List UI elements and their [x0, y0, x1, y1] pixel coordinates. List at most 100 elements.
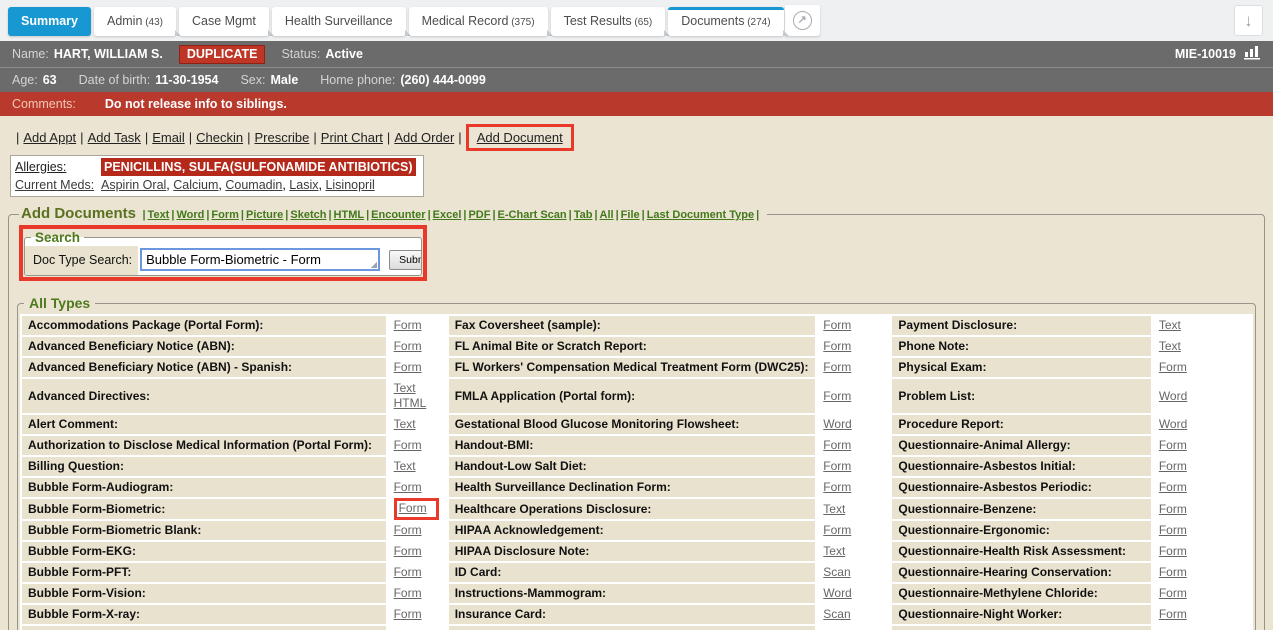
type-link-excel[interactable]: Excel — [433, 209, 462, 221]
action-link-checkin[interactable]: Checkin — [196, 130, 243, 145]
doc-link-questionnaire-methylene-chloride-form[interactable]: Form — [1159, 586, 1187, 601]
type-link-file[interactable]: File — [621, 209, 640, 221]
doc-link-procedure-report-word[interactable]: Word — [1159, 417, 1187, 432]
type-link-text[interactable]: Text — [148, 209, 170, 221]
doc-link-fmla-application-portal-form-form[interactable]: Form — [823, 389, 851, 404]
tab-admin[interactable]: Admin (43) — [94, 7, 176, 36]
collapse-header-button[interactable]: ↓ — [1234, 5, 1263, 36]
doc-type-link-cell: Form — [1153, 478, 1251, 497]
doc-link-questionnaire-hearing-conservation-form[interactable]: Form — [1159, 565, 1187, 580]
action-separator: | — [145, 130, 148, 145]
type-link-e-chart-scan[interactable]: E-Chart Scan — [498, 209, 567, 221]
doc-link-alert-comment-text[interactable]: Text — [394, 417, 416, 432]
type-link-separator: | — [366, 209, 369, 221]
doc-link-fl-workers-compensation-medical-treatment-form-dwc25-form[interactable]: Form — [823, 360, 851, 375]
doc-type-label: Authorization to Disclose Medical Inform… — [22, 436, 386, 455]
doc-link-bubble-form-pft-form[interactable]: Form — [394, 565, 422, 580]
doc-link-insurance-card-scan[interactable]: Scan — [823, 607, 850, 622]
action-link-prescribe[interactable]: Prescribe — [254, 130, 309, 145]
doc-link-handout-bmi-form[interactable]: Form — [823, 438, 851, 453]
doc-link-bubble-form-ekg-form[interactable]: Form — [394, 544, 422, 559]
type-link-word[interactable]: Word — [176, 209, 204, 221]
action-link-add-task[interactable]: Add Task — [88, 130, 141, 145]
tab-case-mgmt[interactable]: Case Mgmt — [179, 7, 269, 36]
tab-health-surveillance[interactable]: Health Surveillance — [272, 7, 406, 36]
doc-link-bubble-form-biometric-form[interactable]: Form — [399, 501, 427, 516]
doc-link-hipaa-disclosure-note-text[interactable]: Text — [823, 544, 845, 559]
med-link-aspirin-oral[interactable]: Aspirin Oral — [101, 178, 166, 192]
doc-link-questionnaire-night-worker-form[interactable]: Form — [1159, 607, 1187, 622]
doc-link-questionnaire-benzene-form[interactable]: Form — [1159, 502, 1187, 517]
doc-link-fl-animal-bite-or-scratch-report-form[interactable]: Form — [823, 339, 851, 354]
tab-documents[interactable]: Documents (274) — [668, 7, 783, 36]
type-link-separator: | — [463, 209, 466, 221]
doc-link-questionnaire-asbestos-initial-form[interactable]: Form — [1159, 459, 1187, 474]
doc-link-physical-exam-form[interactable]: Form — [1159, 360, 1187, 375]
doc-link-problem-list-word[interactable]: Word — [1159, 389, 1187, 404]
med-link-lasix[interactable]: Lasix — [289, 178, 318, 192]
doc-link-bubble-form-x-ray-form[interactable]: Form — [394, 607, 422, 622]
doc-type-link-cell: Text — [817, 499, 890, 519]
doc-link-fax-coversheet-sample-form[interactable]: Form — [823, 318, 851, 333]
doc-link-gestational-blood-glucose-monitoring-flowsheet-word[interactable]: Word — [823, 417, 851, 432]
type-link-picture[interactable]: Picture — [246, 209, 283, 221]
type-link-sketch[interactable]: Sketch — [290, 209, 326, 221]
action-link-add-order[interactable]: Add Order — [394, 130, 454, 145]
doc-type-link-cell: Text — [1153, 337, 1251, 356]
external-link-icon[interactable]: ↗ — [793, 11, 812, 30]
doc-link-healthcare-operations-disclosure-text[interactable]: Text — [823, 502, 845, 517]
doc-link-advanced-directives-text[interactable]: Text — [394, 381, 416, 396]
doc-link-health-surveillance-declination-form-form[interactable]: Form — [823, 480, 851, 495]
doc-link-bubble-form-biometric-blank-form[interactable]: Form — [394, 523, 422, 538]
type-link-tab[interactable]: Tab — [574, 209, 593, 221]
type-link-form[interactable]: Form — [211, 209, 239, 221]
current-meds-link[interactable]: Current Meds: — [15, 178, 94, 192]
type-link-all[interactable]: All — [600, 209, 614, 221]
doc-link-payment-disclosure-text[interactable]: Text — [1159, 318, 1181, 333]
doc-link-advanced-beneficiary-notice-abn-spanish-form[interactable]: Form — [394, 360, 422, 375]
action-link-email[interactable]: Email — [152, 130, 185, 145]
doc-link-questionnaire-asbestos-periodic-form[interactable]: Form — [1159, 480, 1187, 495]
resize-grip-icon[interactable] — [370, 261, 377, 268]
bar-chart-icon[interactable] — [1244, 45, 1261, 63]
status-label: Status: — [281, 47, 320, 61]
type-link-html[interactable]: HTML — [334, 209, 365, 221]
doc-link-phone-note-text[interactable]: Text — [1159, 339, 1181, 354]
doc-link-handout-low-salt-diet-form[interactable]: Form — [823, 459, 851, 474]
action-link-add-appt[interactable]: Add Appt — [23, 130, 76, 145]
doc-link-questionnaire-health-risk-assessment-form[interactable]: Form — [1159, 544, 1187, 559]
med-link-calcium[interactable]: Calcium — [173, 178, 218, 192]
doc-link-questionnaire-ergonomic-form[interactable]: Form — [1159, 523, 1187, 538]
add-documents-section: Add Documents |Text|Word|Form|Picture|Sk… — [8, 205, 1265, 630]
doc-link-instructions-mammogram-word[interactable]: Word — [823, 586, 851, 601]
doc-link-id-card-scan[interactable]: Scan — [823, 565, 850, 580]
type-link-last-document-type[interactable]: Last Document Type — [647, 209, 754, 221]
tab-label: Test Results — [564, 14, 632, 28]
doc-link-billing-question-text[interactable]: Text — [394, 459, 416, 474]
doc-type-label: Phone Note: — [892, 337, 1150, 356]
tab-external-chip[interactable]: ↗ — [785, 5, 820, 36]
doc-type-search-input[interactable] — [140, 248, 380, 271]
med-link-coumadin[interactable]: Coumadin — [225, 178, 282, 192]
type-link-encounter[interactable]: Encounter — [371, 209, 425, 221]
doc-link-bubble-form-audiogram-form[interactable]: Form — [394, 480, 422, 495]
tab-summary[interactable]: Summary — [8, 7, 91, 36]
action-link-print-chart[interactable]: Print Chart — [321, 130, 383, 145]
type-link-pdf[interactable]: PDF — [468, 209, 490, 221]
doc-link-advanced-beneficiary-notice-abn-form[interactable]: Form — [394, 339, 422, 354]
submit-button[interactable]: Submit — [389, 250, 422, 270]
table-row: Advanced Directives:TextHTMLFMLA Applica… — [22, 379, 1251, 413]
doc-link-questionnaire-animal-allergy-form[interactable]: Form — [1159, 438, 1187, 453]
tab-medical-record[interactable]: Medical Record (375) — [409, 7, 548, 36]
doc-link-authorization-to-disclose-medical-information-portal-form-form[interactable]: Form — [394, 438, 422, 453]
action-link-add-document[interactable]: Add Document — [477, 130, 563, 145]
doc-link-advanced-directives-html[interactable]: HTML — [394, 396, 427, 411]
allergies-link[interactable]: Allergies: — [15, 160, 66, 174]
doc-link-accommodations-package-portal-form-form[interactable]: Form — [394, 318, 422, 333]
med-link-lisinopril[interactable]: Lisinopril — [325, 178, 374, 192]
table-row: Bubble Form-X-ray:FormInsurance Card:Sca… — [22, 605, 1251, 624]
table-row: Bubble Form-PFT:FormID Card:ScanQuestion… — [22, 563, 1251, 582]
tab-test-results[interactable]: Test Results (65) — [551, 7, 666, 36]
doc-link-hipaa-acknowledgement-form[interactable]: Form — [823, 523, 851, 538]
doc-link-bubble-form-vision-form[interactable]: Form — [394, 586, 422, 601]
